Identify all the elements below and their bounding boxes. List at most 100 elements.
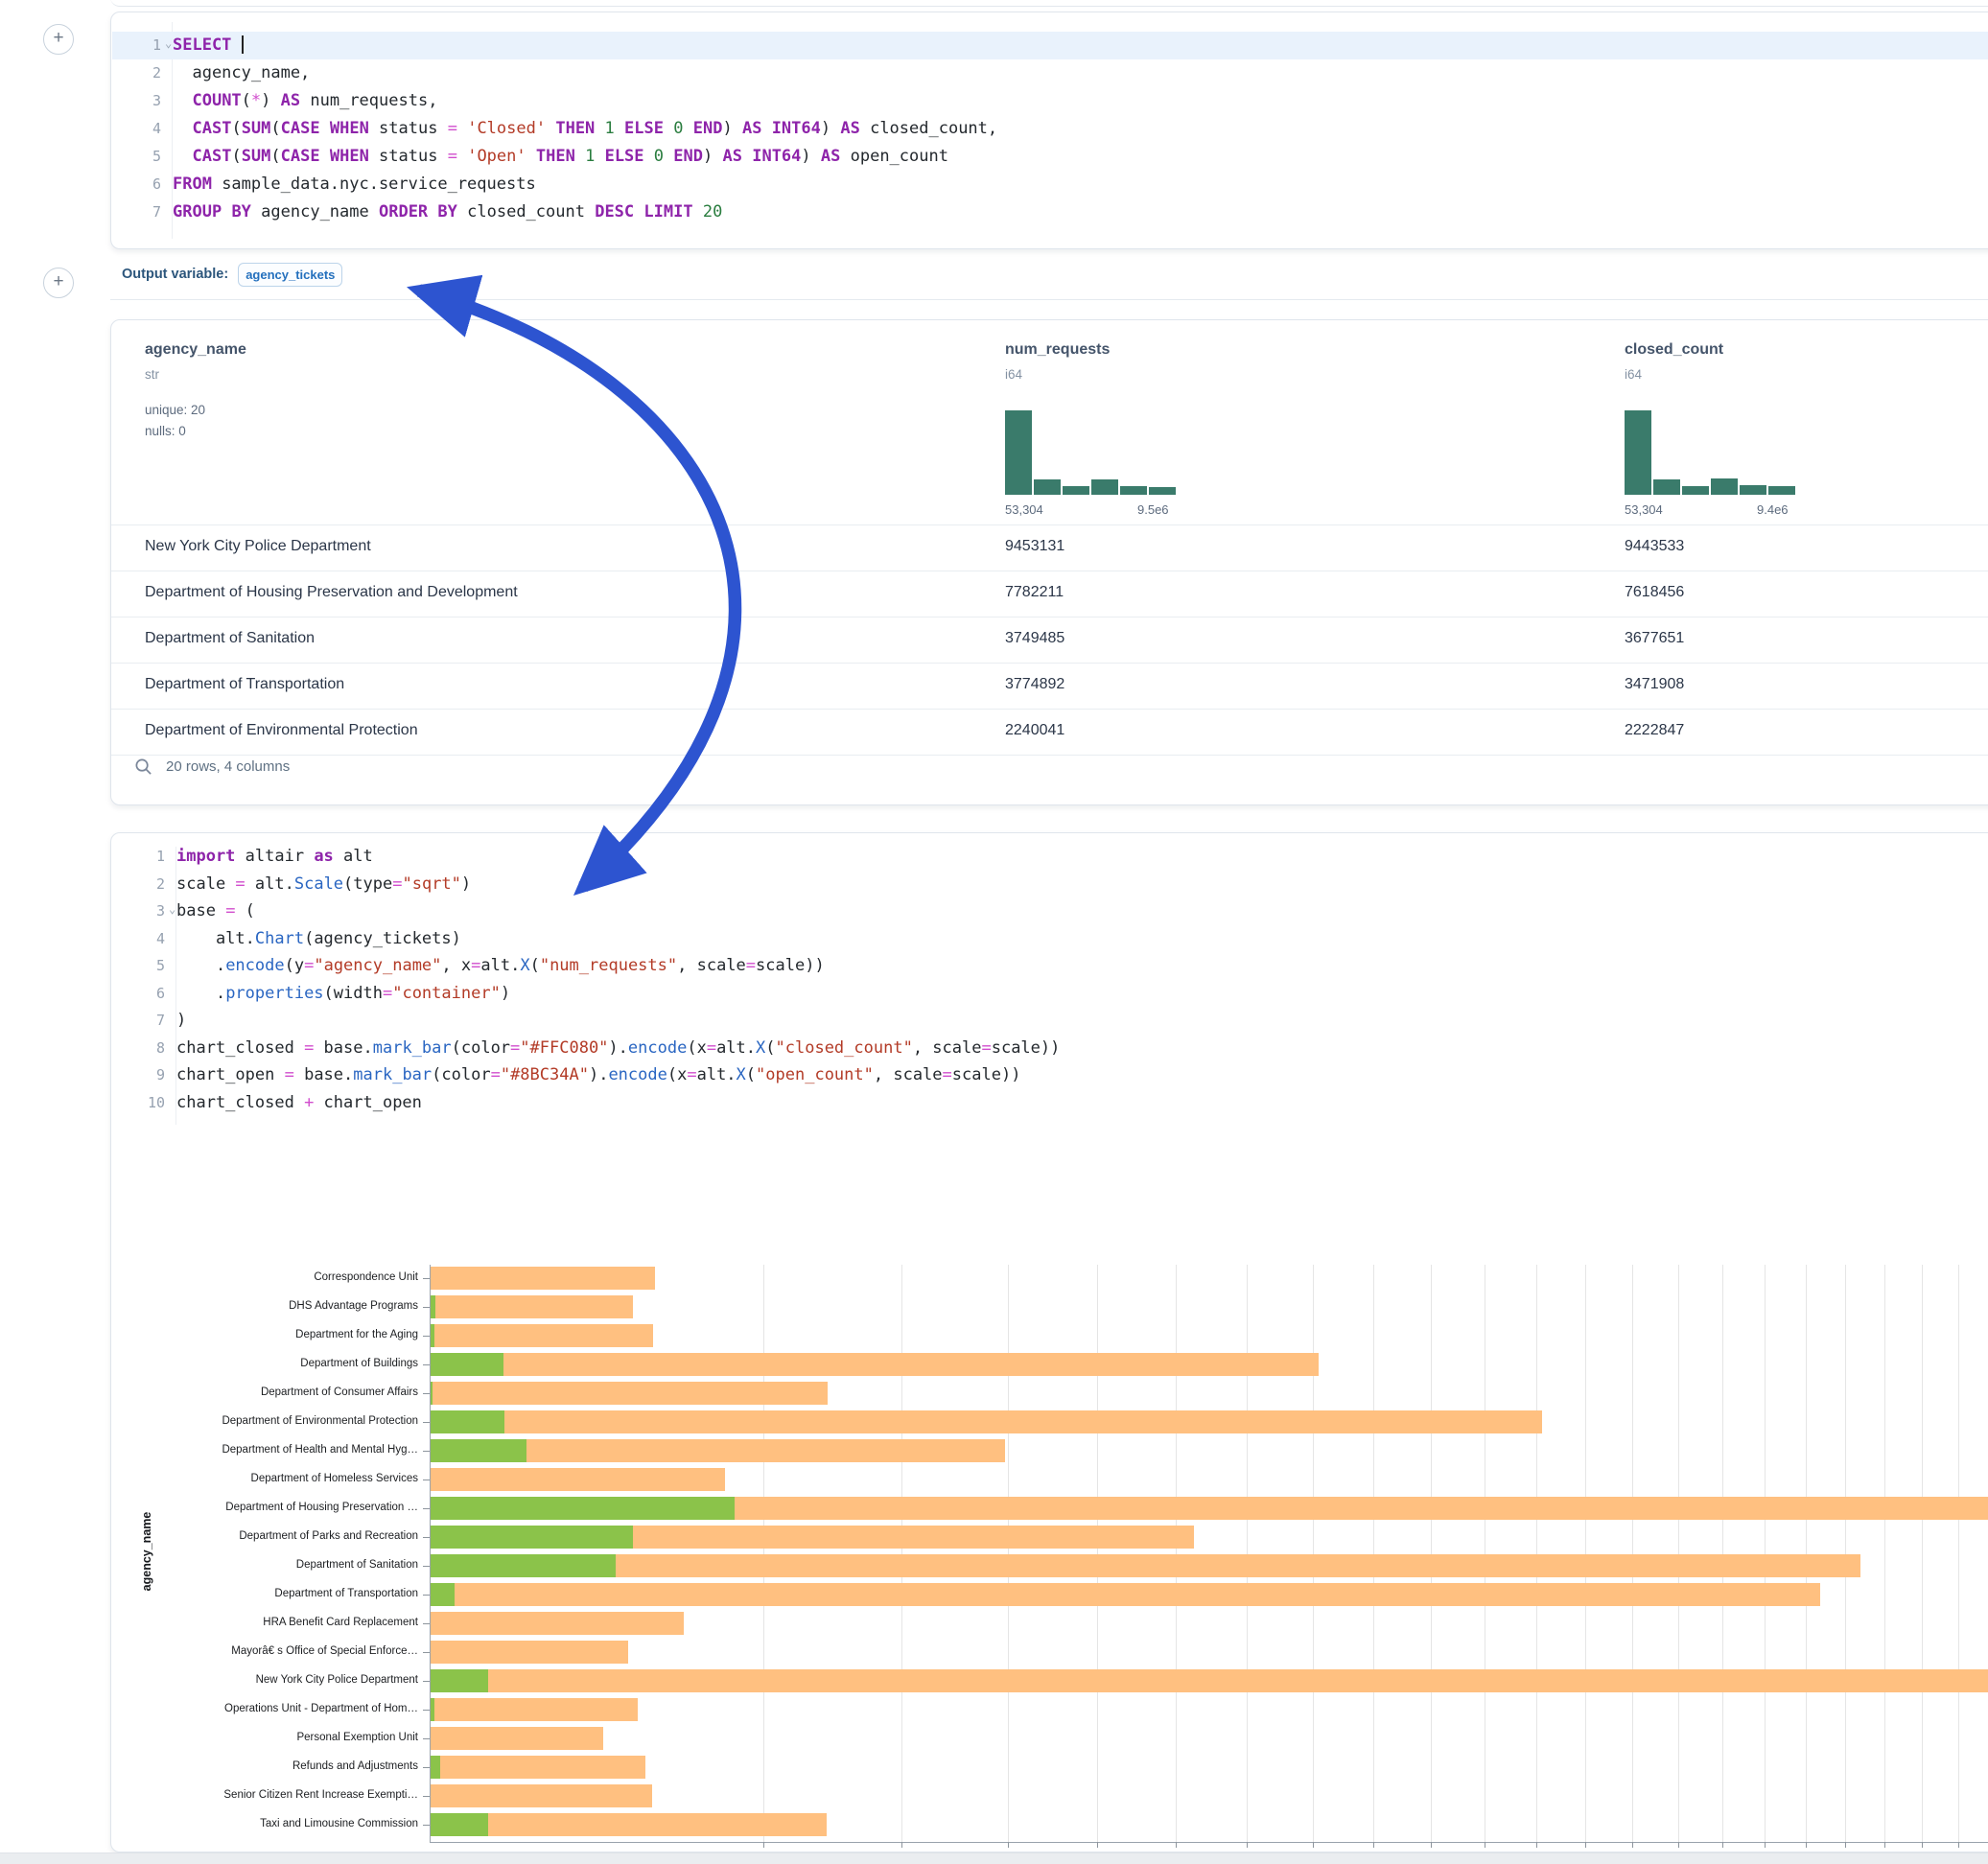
table-row[interactable]: New York City Police Department945313194…: [111, 524, 1988, 571]
code-line[interactable]: 5 CAST(SUM(CASE WHEN status = 'Open' THE…: [111, 143, 1988, 171]
gridline: [1765, 1265, 1766, 1842]
code-token: ): [722, 119, 741, 138]
table-row[interactable]: Department of Environmental Protection22…: [111, 709, 1988, 755]
y-axis-tick: [423, 1336, 430, 1337]
code-token: [173, 91, 192, 110]
table-row[interactable]: Department of Transportation377489234719…: [111, 663, 1988, 709]
code-token: =: [448, 147, 457, 166]
code-line[interactable]: 4 CAST(SUM(CASE WHEN status = 'Closed' T…: [111, 115, 1988, 143]
line-number: 2: [117, 59, 161, 87]
histogram-bar: [1768, 486, 1795, 495]
table-row[interactable]: Department of Sanitation37494853677651: [111, 617, 1988, 663]
code-token: agency_name,: [173, 63, 310, 82]
y-axis-tick: [423, 1796, 430, 1797]
cell-divider: [110, 299, 1988, 300]
code-token: BY: [231, 202, 250, 221]
gridline: [1536, 1265, 1537, 1842]
code-line[interactable]: 3 COUNT(*) AS num_requests,: [111, 87, 1988, 115]
output-variable-label: Output variable:: [122, 267, 228, 282]
histogram-bar: [1653, 479, 1680, 495]
dataframe-preview: agency_namestrunique: 20nulls: 0num_requ…: [110, 319, 1988, 805]
x-axis-tick: [1097, 1842, 1098, 1848]
closed-count-bar: [430, 1583, 1820, 1606]
open-count-bar: [430, 1669, 488, 1692]
column-header[interactable]: agency_name: [145, 341, 246, 359]
y-axis-label: Senior Citizen Rent Increase Exempti…: [111, 1789, 418, 1801]
code-token: LIMIT: [643, 202, 692, 221]
code-token: ): [703, 147, 722, 166]
y-axis-tick: [423, 1508, 430, 1509]
code-token: INT64: [752, 147, 801, 166]
closed-count-bar: [430, 1669, 1988, 1692]
closed-count-bar: [430, 1554, 1860, 1577]
code-text: GROUP BY agency_name ORDER BY closed_cou…: [173, 198, 722, 226]
code-token: *: [251, 91, 261, 110]
y-axis-label: HRA Benefit Card Replacement: [111, 1617, 418, 1628]
table-cell: 7782211: [1005, 584, 1064, 601]
code-token: num_requests,: [300, 91, 437, 110]
add-cell-button[interactable]: +: [43, 24, 74, 55]
open-count-bar: [430, 1526, 633, 1549]
y-axis-label: New York City Police Department: [111, 1674, 418, 1686]
code-token: [693, 202, 703, 221]
code-line[interactable]: 1⌄SELECT: [111, 32, 1988, 59]
python-cell[interactable]: 1import altair as alt2scale = alt.Scale(…: [110, 832, 1988, 1852]
histogram-min-label: 53,304: [1625, 502, 1663, 517]
y-axis-label: Refunds and Adjustments: [111, 1760, 418, 1772]
x-axis-tick: [1884, 1842, 1885, 1848]
code-token: [320, 119, 330, 138]
table-cell: Department of Sanitation: [145, 630, 315, 647]
y-axis-tick: [423, 1451, 430, 1452]
y-axis-label: Department of Health and Mental Hyg…: [111, 1444, 418, 1456]
code-token: [320, 147, 330, 166]
code-token: ): [821, 119, 840, 138]
code-token: (: [270, 147, 280, 166]
y-axis-label: Department of Environmental Protection: [111, 1415, 418, 1427]
code-token: AS: [840, 119, 859, 138]
y-axis-label: Correspondence Unit: [111, 1271, 418, 1283]
code-token: AS: [722, 147, 741, 166]
x-axis-tick: [1722, 1842, 1723, 1848]
histogram-bar: [1120, 486, 1147, 495]
code-token: WHEN: [330, 147, 369, 166]
table-row[interactable]: Department of Housing Preservation and D…: [111, 571, 1988, 617]
y-axis-tick: [423, 1537, 430, 1538]
gridline: [1806, 1265, 1807, 1842]
code-token: sample_data.nyc.service_requests: [212, 175, 536, 194]
x-axis-tick: [1922, 1842, 1923, 1848]
code-token: SUM: [242, 119, 271, 138]
row-count-footer: 20 rows, 4 columns: [134, 757, 290, 776]
column-type: i64: [1625, 367, 1642, 382]
code-token: [664, 119, 673, 138]
y-axis-tick: [423, 1307, 430, 1308]
code-text: FROM sample_data.nyc.service_requests: [173, 171, 536, 198]
y-axis-tick: [423, 1652, 430, 1653]
sql-cell[interactable]: 1⌄SELECT 2 agency_name,3 COUNT(*) AS num…: [110, 12, 1988, 249]
closed-count-bar: [430, 1698, 638, 1721]
output-variable-badge[interactable]: agency_tickets: [238, 263, 342, 287]
column-header[interactable]: closed_count: [1625, 341, 1723, 359]
line-number: 6: [117, 171, 161, 198]
fold-caret-icon[interactable]: ⌄: [165, 30, 172, 58]
code-token: [634, 202, 643, 221]
code-line[interactable]: 7GROUP BY agency_name ORDER BY closed_co…: [111, 198, 1988, 226]
search-icon[interactable]: [134, 757, 152, 776]
add-cell-button[interactable]: +: [43, 268, 74, 298]
y-axis-tick: [423, 1767, 430, 1768]
column-stat: unique: 20: [145, 403, 205, 417]
table-cell: 2222847: [1625, 722, 1684, 739]
table-cell: New York City Police Department: [145, 538, 371, 555]
code-token: CASE: [281, 119, 320, 138]
y-axis-label: DHS Advantage Programs: [111, 1300, 418, 1312]
y-axis-label: Department for the Aging: [111, 1329, 418, 1340]
code-line[interactable]: 2 agency_name,: [111, 59, 1988, 87]
code-token: AS: [821, 147, 840, 166]
histogram-min-label: 53,304: [1005, 502, 1043, 517]
table-cell: 9453131: [1005, 538, 1064, 555]
code-line[interactable]: 6 FROM sample_data.nyc.service_requests: [111, 171, 1988, 198]
y-axis-tick: [423, 1566, 430, 1567]
sql-code-editor[interactable]: 1⌄SELECT 2 agency_name,3 COUNT(*) AS num…: [111, 12, 1988, 248]
column-header[interactable]: num_requests: [1005, 341, 1110, 359]
table-cell: 3774892: [1005, 676, 1064, 693]
table-cell: 3471908: [1625, 676, 1684, 693]
